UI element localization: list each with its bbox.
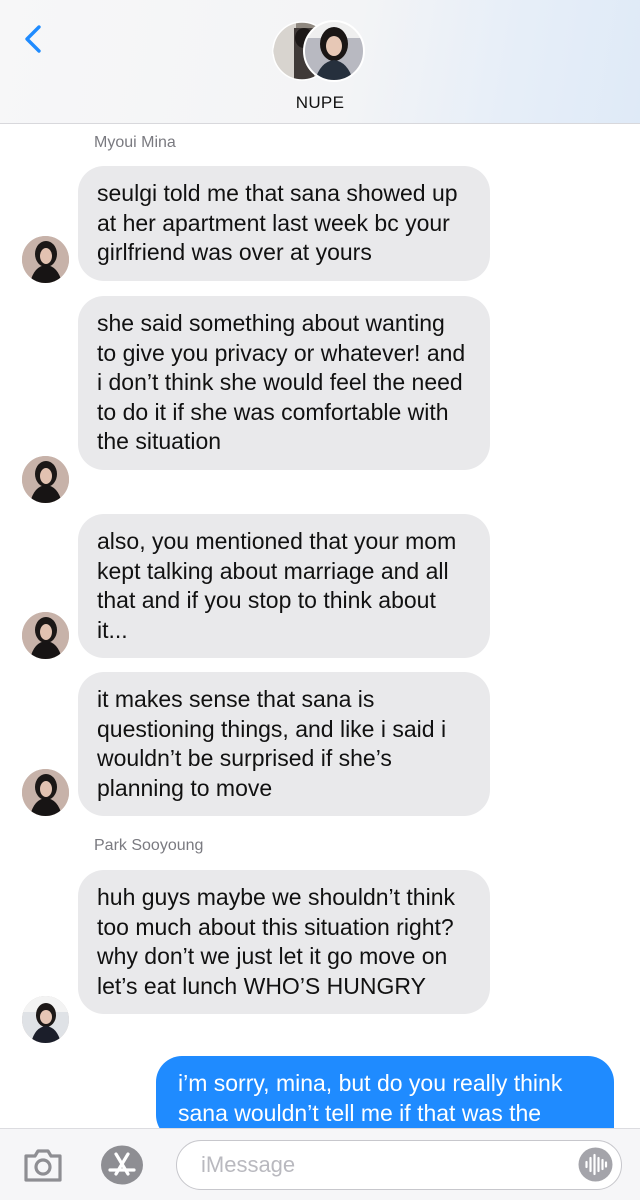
- message-bubble[interactable]: huh guys maybe we shouldn’t think too mu…: [78, 870, 490, 1014]
- group-name[interactable]: NUPE: [0, 93, 640, 113]
- message-bubble[interactable]: it makes sense that sana is questioning …: [78, 672, 490, 816]
- group-avatar[interactable]: [272, 18, 368, 84]
- message-bubble[interactable]: she said something about wanting to give…: [78, 296, 490, 470]
- camera-icon[interactable]: [22, 1145, 64, 1185]
- message-bubble[interactable]: also, you mentioned that your mom kept t…: [78, 514, 490, 658]
- message-input-bar: [0, 1128, 640, 1200]
- avatar[interactable]: [22, 236, 69, 283]
- message-thread: Myoui Mina seulgi told me that sana show…: [0, 124, 640, 1128]
- avatar[interactable]: [22, 612, 69, 659]
- chevron-left-icon[interactable]: [16, 22, 50, 56]
- avatar[interactable]: [22, 996, 69, 1043]
- sender-label: Park Sooyoung: [94, 837, 204, 854]
- audio-waveform-icon[interactable]: [578, 1147, 613, 1182]
- message-bubble-sent[interactable]: i’m sorry, mina, but do you really think…: [156, 1056, 614, 1128]
- message-input[interactable]: [201, 1150, 561, 1180]
- message-bubble[interactable]: seulgi told me that sana showed up at he…: [78, 166, 490, 281]
- app-store-icon[interactable]: [98, 1143, 146, 1187]
- conversation-header: NUPE: [0, 0, 640, 124]
- sender-label: Myoui Mina: [94, 134, 176, 151]
- avatar[interactable]: [22, 769, 69, 816]
- avatar[interactable]: [22, 456, 69, 503]
- message-field[interactable]: [176, 1140, 622, 1190]
